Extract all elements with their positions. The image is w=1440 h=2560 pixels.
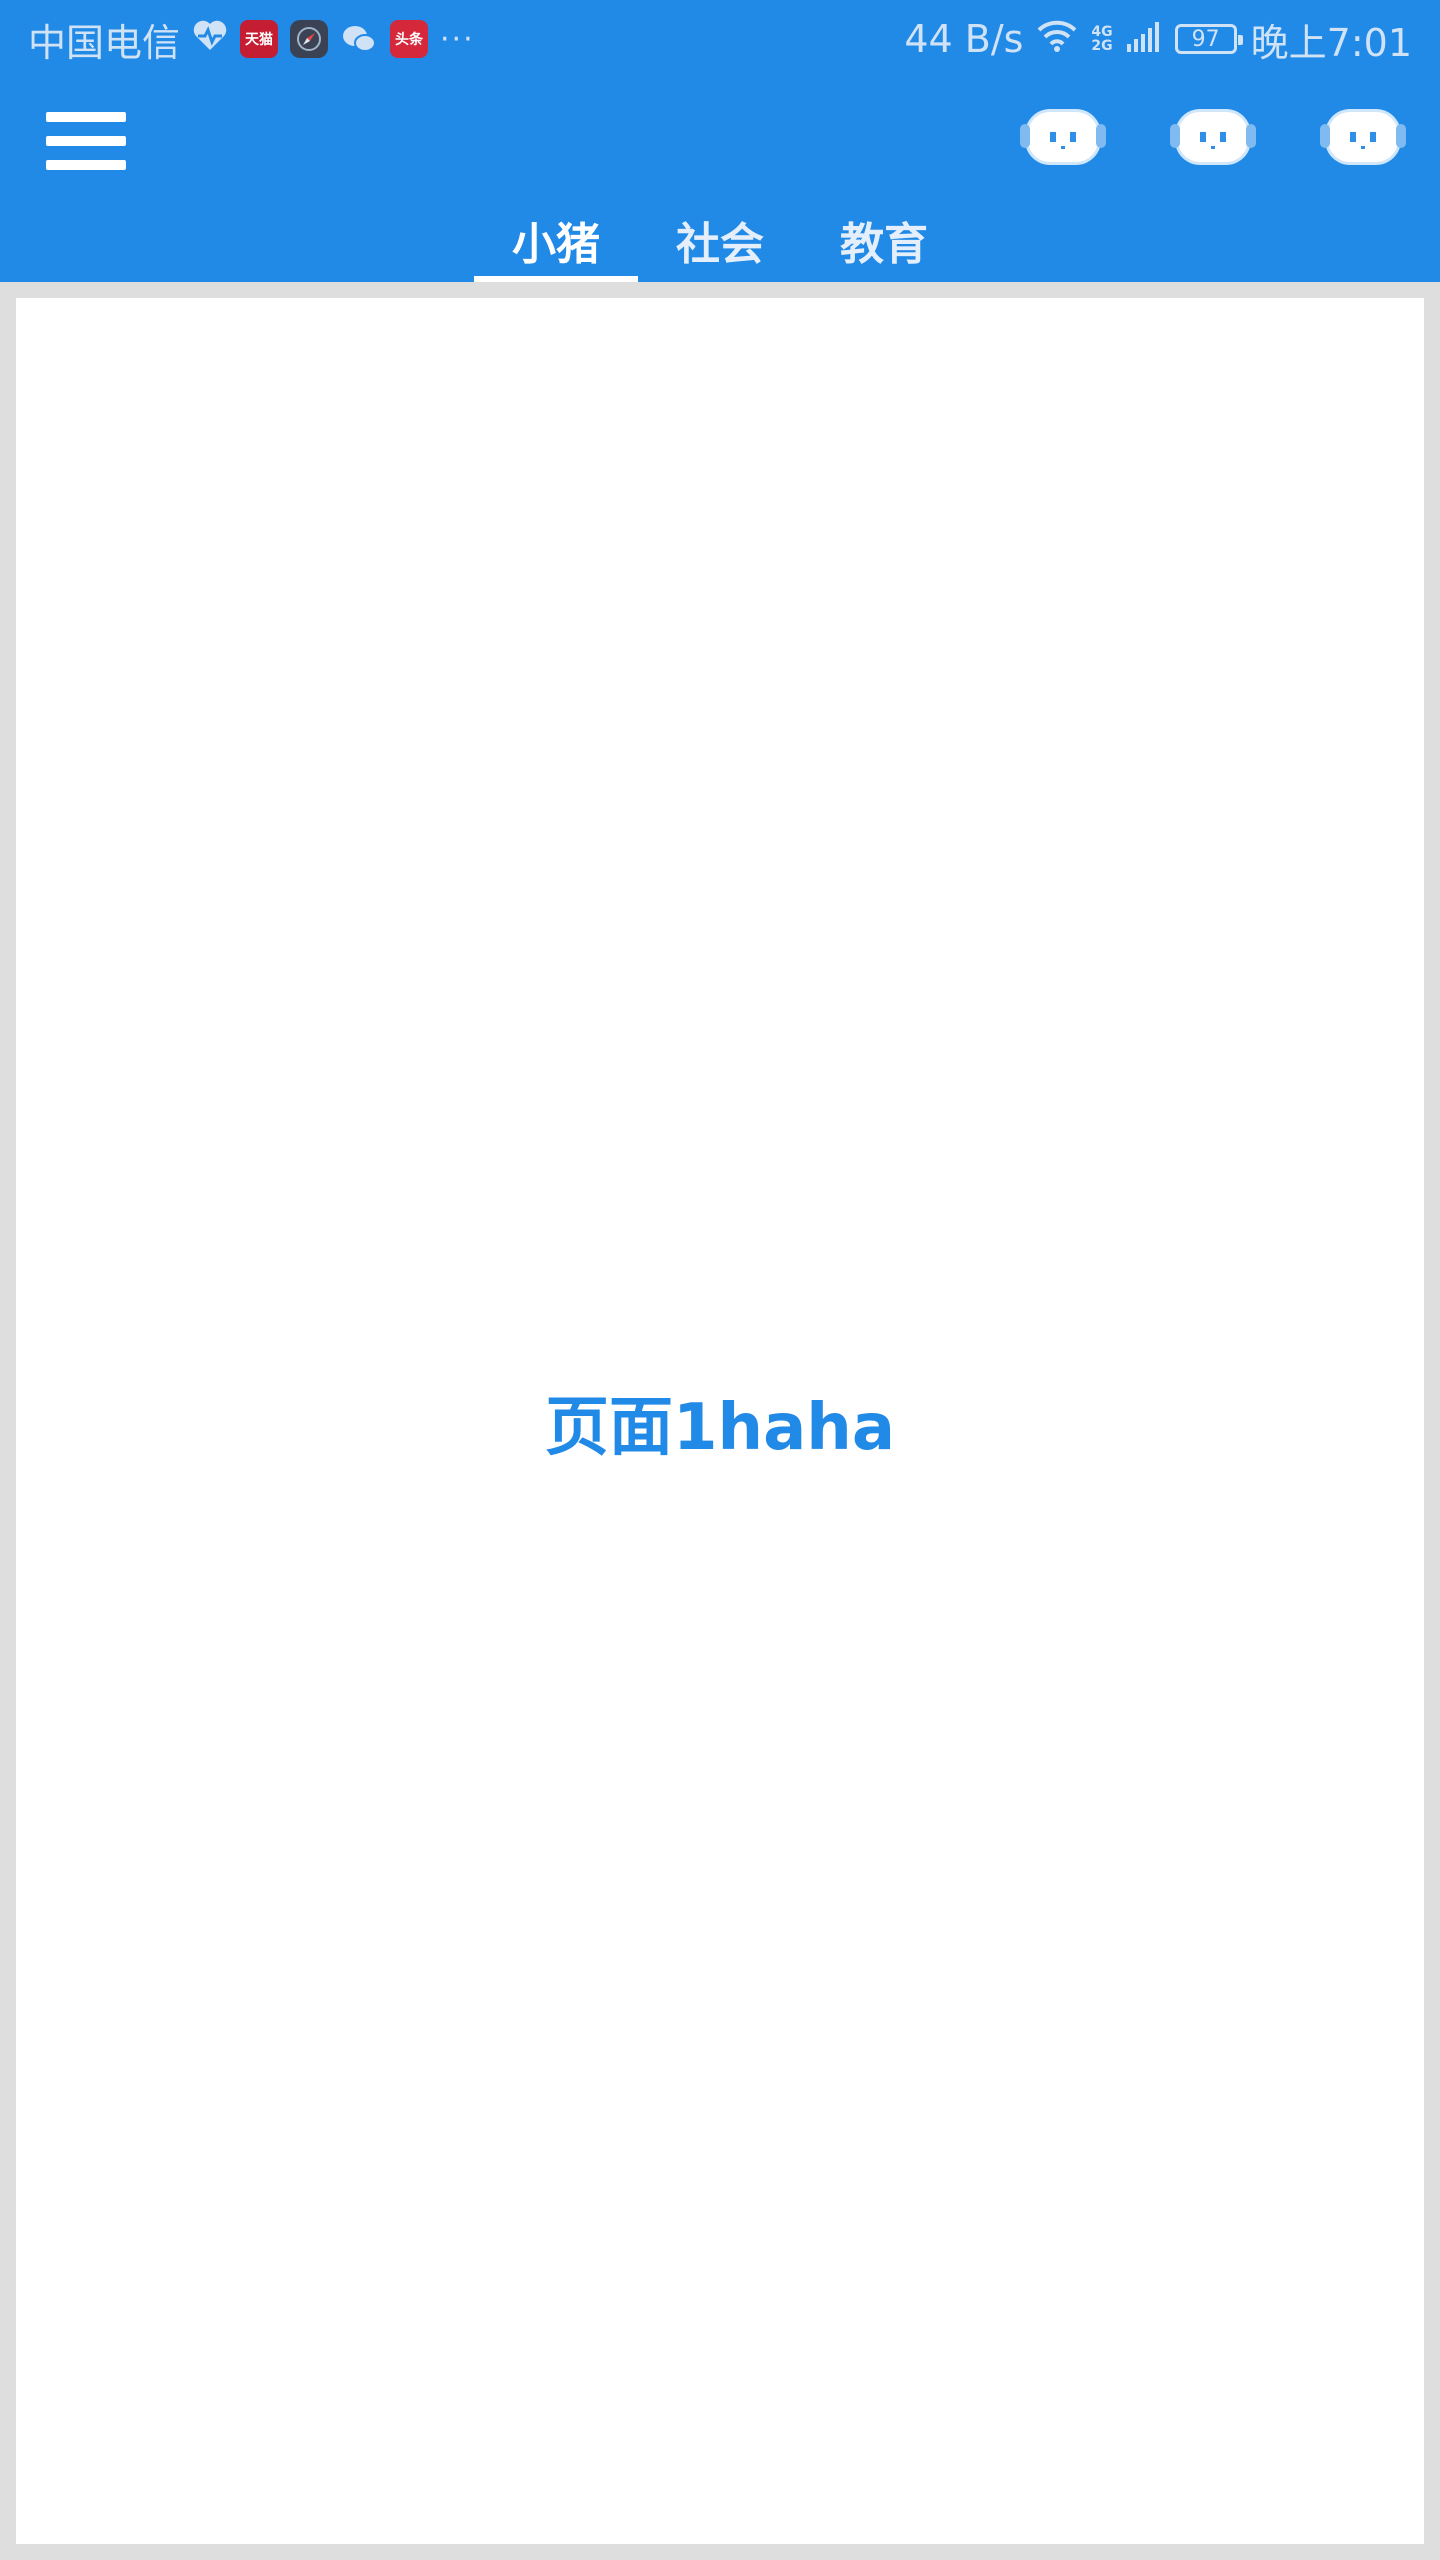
robot-ear [1020,124,1030,148]
tab-society[interactable]: 社会 [638,198,802,282]
menu-bar-line [46,112,126,122]
tab-label: 教育 [840,219,928,270]
carrier-label: 中国电信 [28,20,181,65]
status-right: 44 B/s 4G 2G 97 晚上7:01 [904,12,1412,67]
robot-ear [1170,124,1180,148]
tab-bar: 小猪 社会 教育 [474,198,966,282]
robot-eye [1070,132,1076,142]
battery-icon: 97 [1174,24,1243,54]
menu-bar-line [46,160,126,170]
robot-eye [1220,132,1226,142]
clock: 晚上7:01 [1250,20,1412,65]
network-2g-label: 2G [1091,38,1113,54]
battery-level: 97 [1191,26,1220,52]
tmall-label: 天猫 [245,32,274,48]
status-bar: 中国电信 天猫 头条 ··· 44 B/s 4G 2G 97 晚上7:01 [0,0,1440,78]
robot-ear [1320,124,1330,148]
network-type-icon: 4G 2G [1091,25,1112,53]
menu-button[interactable] [46,96,126,186]
page-content-text: 页面1haha [544,1391,896,1465]
toutiao-app-icon: 头条 [390,20,429,58]
heart-pulse-icon [192,17,228,61]
wifi-icon [1037,17,1077,61]
menu-bar-line [46,136,126,146]
tab-label: 社会 [676,219,764,270]
robot-ear [1396,124,1406,148]
robot-action-button-2[interactable] [1168,104,1258,174]
robot-mouth [1061,146,1065,149]
robot-ear [1096,124,1106,148]
page-content-card: 页面1haha [16,298,1424,2544]
robot-action-button-3[interactable] [1318,104,1408,174]
compass-app-icon [290,20,329,58]
robot-eye [1370,132,1376,142]
robot-ear [1246,124,1256,148]
robot-icon [1028,112,1098,162]
tab-label: 小猪 [512,219,600,270]
tab-piggy[interactable]: 小猪 [474,198,638,282]
more-notifications-icon: ··· [440,21,475,57]
robot-eye [1200,132,1206,142]
tab-education[interactable]: 教育 [802,198,966,282]
status-left: 中国电信 天猫 头条 ··· [28,12,475,67]
tmall-app-icon: 天猫 [240,20,279,58]
robot-action-button-1[interactable] [1018,104,1108,174]
signal-icon [1126,17,1161,61]
robot-icon [1178,112,1248,162]
robot-eye [1050,132,1056,142]
app-bar: 小猪 社会 教育 [0,78,1440,282]
toutiao-label: 头条 [395,32,424,48]
robot-eye [1350,132,1356,142]
robot-mouth [1361,146,1365,149]
network-4g-label: 4G [1091,24,1113,40]
wechat-icon [340,20,378,58]
robot-icon [1328,112,1398,162]
robot-mouth [1211,146,1215,149]
network-speed: 44 B/s [904,17,1024,61]
